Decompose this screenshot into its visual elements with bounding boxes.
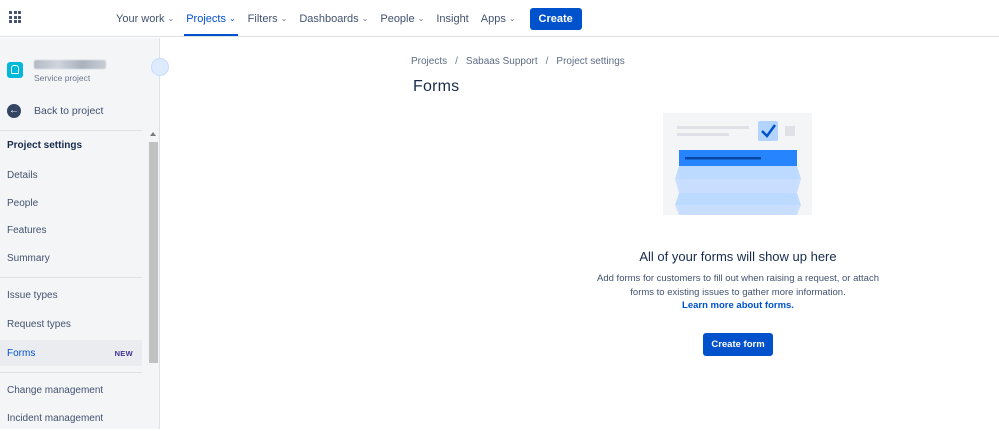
sidebar-item-label: People	[7, 197, 39, 209]
nav-label: Your work	[116, 12, 165, 25]
empty-state-description-line: Add forms for customers to fill out when…	[597, 273, 879, 284]
chevron-down-icon: ⌄	[508, 14, 516, 23]
nav-filters[interactable]: Filters ⌄	[242, 0, 294, 37]
project-sidebar: Service project ← Back to project Projec…	[0, 38, 169, 431]
nav-label: Apps	[480, 12, 506, 25]
nav-insight[interactable]: Insight	[430, 0, 474, 37]
sidebar-item-people[interactable]: People	[0, 190, 142, 216]
sidebar-item-issue-types[interactable]: Issue types	[0, 282, 142, 308]
primary-nav: Your work ⌄ Projects ⌄ Filters ⌄ Dashboards…	[110, 0, 582, 37]
nav-people[interactable]: People ⌄	[374, 0, 430, 37]
breadcrumb-project-settings[interactable]: Project settings	[556, 56, 624, 67]
chevron-down-icon: ⌄	[167, 14, 175, 23]
sidebar-item-features[interactable]: Features	[0, 217, 142, 243]
nav-label: Filters	[247, 12, 278, 25]
scroll-up-arrow-icon[interactable]	[150, 132, 156, 136]
chevron-down-icon: ⌄	[361, 14, 369, 23]
empty-state-title: All of your forms will show up here	[639, 249, 837, 264]
breadcrumb-separator: /	[545, 56, 549, 67]
nav-projects[interactable]: Projects ⌄	[180, 0, 241, 37]
nav-label: People	[380, 12, 415, 25]
forms-empty-illustration	[663, 113, 812, 215]
project-type: Service project	[34, 73, 91, 83]
chevron-down-icon: ⌄	[228, 14, 236, 23]
sidebar-item-label: Incident management	[7, 412, 104, 424]
sidebar-divider	[0, 130, 142, 131]
breadcrumb-separator: /	[455, 56, 458, 67]
back-label: Back to project	[34, 105, 104, 117]
empty-state-description: Add forms for customers to fill out when…	[560, 272, 916, 299]
top-navigation-bar: Your work ⌄ Projects ⌄ Filters ⌄ Dashboards…	[0, 0, 999, 37]
nav-apps[interactable]: Apps ⌄	[475, 0, 522, 37]
breadcrumb-project[interactable]: Sabaas Support	[466, 56, 538, 67]
project-avatar-icon	[7, 62, 23, 78]
nav-label: Dashboards	[299, 12, 359, 25]
new-badge: NEW	[114, 348, 133, 358]
app-switcher-icon[interactable]	[9, 11, 21, 23]
nav-label: Projects	[186, 12, 226, 25]
sidebar-divider	[0, 372, 142, 373]
sidebar-item-summary[interactable]: Summary	[0, 245, 142, 271]
chevron-down-icon: ⌄	[280, 14, 288, 23]
sidebar-item-label: Forms	[7, 347, 36, 359]
create-button[interactable]: Create	[529, 7, 582, 30]
sidebar-item-details[interactable]: Details	[0, 162, 142, 188]
sidebar-item-label: Summary	[7, 252, 50, 264]
project-name-blurred[interactable]	[34, 60, 106, 69]
sidebar-item-request-types[interactable]: Request types	[0, 311, 142, 337]
back-to-project-link[interactable]: ← Back to project	[7, 104, 103, 118]
sidebar-section-title: Project settings	[7, 140, 83, 151]
sidebar-item-forms[interactable]: Forms NEW	[0, 340, 142, 366]
sidebar-item-change-management[interactable]: Change management	[0, 377, 142, 403]
nav-dashboards[interactable]: Dashboards ⌄	[293, 0, 374, 37]
sidebar-item-label: Issue types	[7, 289, 58, 301]
sidebar-item-label: Details	[7, 169, 38, 181]
page-title: Forms	[413, 78, 460, 95]
nav-label: Insight	[436, 12, 469, 25]
breadcrumb: Projects / Sabaas Support / Project sett…	[411, 56, 625, 67]
create-form-button[interactable]: Create form	[703, 333, 773, 356]
chevron-down-icon: ⌄	[417, 14, 425, 23]
sidebar-item-incident-management[interactable]: Incident management	[0, 405, 142, 431]
sidebar-scroll-thumb[interactable]	[149, 142, 158, 363]
sidebar-divider	[0, 277, 142, 278]
learn-more-link[interactable]: Learn more about forms.	[560, 300, 916, 311]
arrow-left-icon: ←	[7, 104, 21, 118]
empty-state-description-line: forms to existing issues to gather more …	[630, 286, 846, 298]
breadcrumb-projects[interactable]: Projects	[411, 56, 447, 67]
sidebar-item-label: Change management	[7, 384, 104, 396]
sidebar-item-label: Features	[7, 224, 47, 236]
nav-your-work[interactable]: Your work ⌄	[110, 0, 180, 37]
sidebar-collapse-button[interactable]	[151, 58, 169, 76]
sidebar-item-label: Request types	[7, 318, 71, 330]
